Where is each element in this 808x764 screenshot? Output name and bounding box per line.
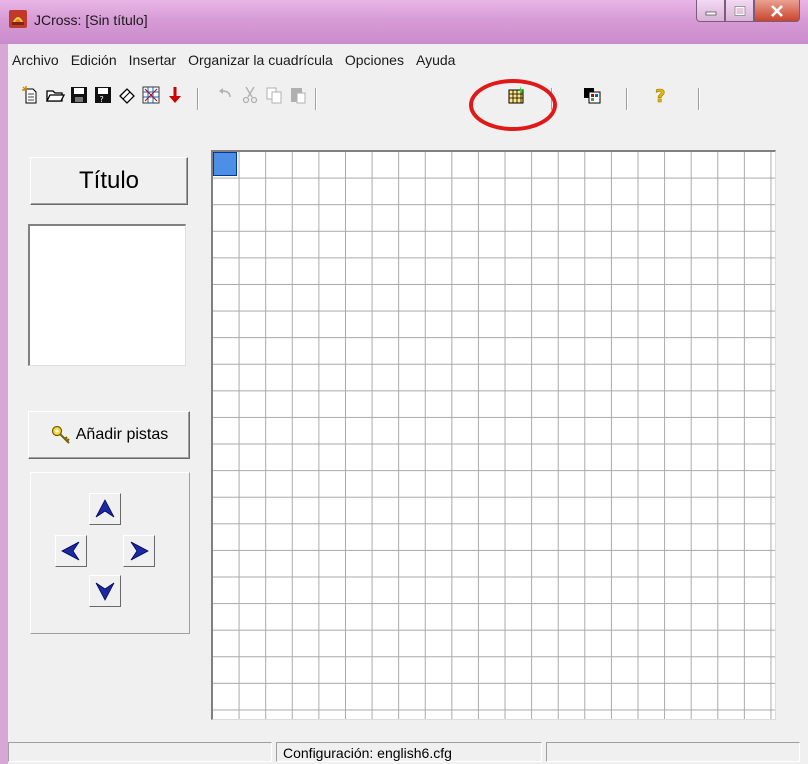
menu-insertar[interactable]: Insertar	[123, 50, 182, 72]
close-icon	[771, 4, 783, 17]
cut-icon	[242, 86, 258, 104]
arrow-down-icon	[95, 582, 115, 601]
highlight-annotation	[469, 79, 557, 131]
arrow-up-button[interactable]	[89, 493, 121, 525]
title-bar: JCross: [Sin título]	[0, 0, 808, 44]
export-web-icon	[142, 86, 160, 104]
key-icon	[51, 425, 70, 444]
maximize-icon	[734, 5, 745, 16]
toolbar-separator	[315, 88, 317, 110]
minimize-icon	[705, 11, 716, 15]
save-button[interactable]	[68, 84, 90, 106]
save-as-icon: ?	[95, 87, 111, 104]
open-button[interactable]	[44, 84, 66, 106]
arrow-right-icon	[130, 541, 149, 561]
arrow-right-button[interactable]	[123, 535, 155, 567]
toolbar-separator	[197, 88, 199, 110]
add-clues-button[interactable]: Añadir pistas	[28, 411, 190, 459]
title-button-label: Título	[78, 167, 140, 194]
crossword-grid[interactable]	[211, 150, 776, 720]
menu-organizar[interactable]: Organizar la cuadrícula	[182, 50, 339, 72]
status-config: Configuración: english6.cfg	[276, 742, 542, 762]
paste-button[interactable]	[287, 84, 309, 106]
toolbar: ? ?	[8, 76, 808, 112]
window-title: JCross: [Sin título]	[34, 12, 148, 28]
new-file-icon	[22, 86, 37, 104]
open-folder-icon	[45, 90, 65, 102]
add-clues-label: Añadir pistas	[75, 426, 169, 443]
menu-ayuda[interactable]: Ayuda	[410, 50, 461, 72]
menu-archivo[interactable]: Archivo	[8, 50, 65, 72]
grid-selected-cell[interactable]	[213, 152, 237, 176]
app-icon[interactable]	[9, 10, 27, 28]
arrow-left-icon	[61, 541, 80, 561]
arrow-pad	[30, 472, 190, 634]
copy-button[interactable]	[263, 84, 285, 106]
erase-button[interactable]	[116, 84, 138, 106]
options-icon	[584, 88, 601, 104]
status-bar: Configuración: english6.cfg	[8, 740, 808, 764]
export-web-button[interactable]	[140, 84, 162, 106]
undo-button[interactable]	[215, 84, 237, 106]
arrow-up-icon	[95, 499, 115, 518]
down-arrow-icon	[169, 87, 181, 103]
arrow-down-button[interactable]	[89, 575, 121, 607]
toolbar-separator	[698, 88, 700, 110]
down-arrow-button[interactable]	[164, 84, 186, 106]
undo-icon	[219, 88, 231, 98]
help-icon: ?	[655, 86, 666, 105]
window-frame-left	[0, 44, 8, 764]
menu-bar: Archivo Edición Insertar Organizar la cu…	[8, 50, 808, 72]
copy-icon	[266, 87, 282, 104]
menu-edicion[interactable]: Edición	[65, 50, 123, 72]
svg-text:?: ?	[100, 95, 104, 104]
options-button[interactable]	[581, 84, 603, 106]
toolbar-separator	[626, 88, 628, 110]
status-panel-left	[8, 742, 272, 762]
save-as-button[interactable]: ?	[92, 84, 114, 106]
paste-icon	[291, 88, 306, 104]
menu-opciones[interactable]: Opciones	[339, 50, 410, 72]
new-file-button[interactable]	[20, 84, 42, 106]
minimize-button[interactable]	[696, 0, 725, 22]
title-button[interactable]: Título	[30, 157, 188, 205]
help-button[interactable]: ?	[650, 84, 672, 106]
erase-icon	[119, 88, 135, 104]
close-button[interactable]	[754, 0, 800, 22]
save-icon	[71, 87, 87, 103]
arrow-left-button[interactable]	[55, 535, 87, 567]
title-textbox[interactable]	[28, 224, 186, 366]
maximize-button[interactable]	[725, 0, 754, 22]
client-area: Archivo Edición Insertar Organizar la cu…	[8, 44, 808, 764]
status-panel-right	[546, 742, 800, 762]
svg-text:?: ?	[655, 86, 665, 105]
cut-button[interactable]	[239, 84, 261, 106]
